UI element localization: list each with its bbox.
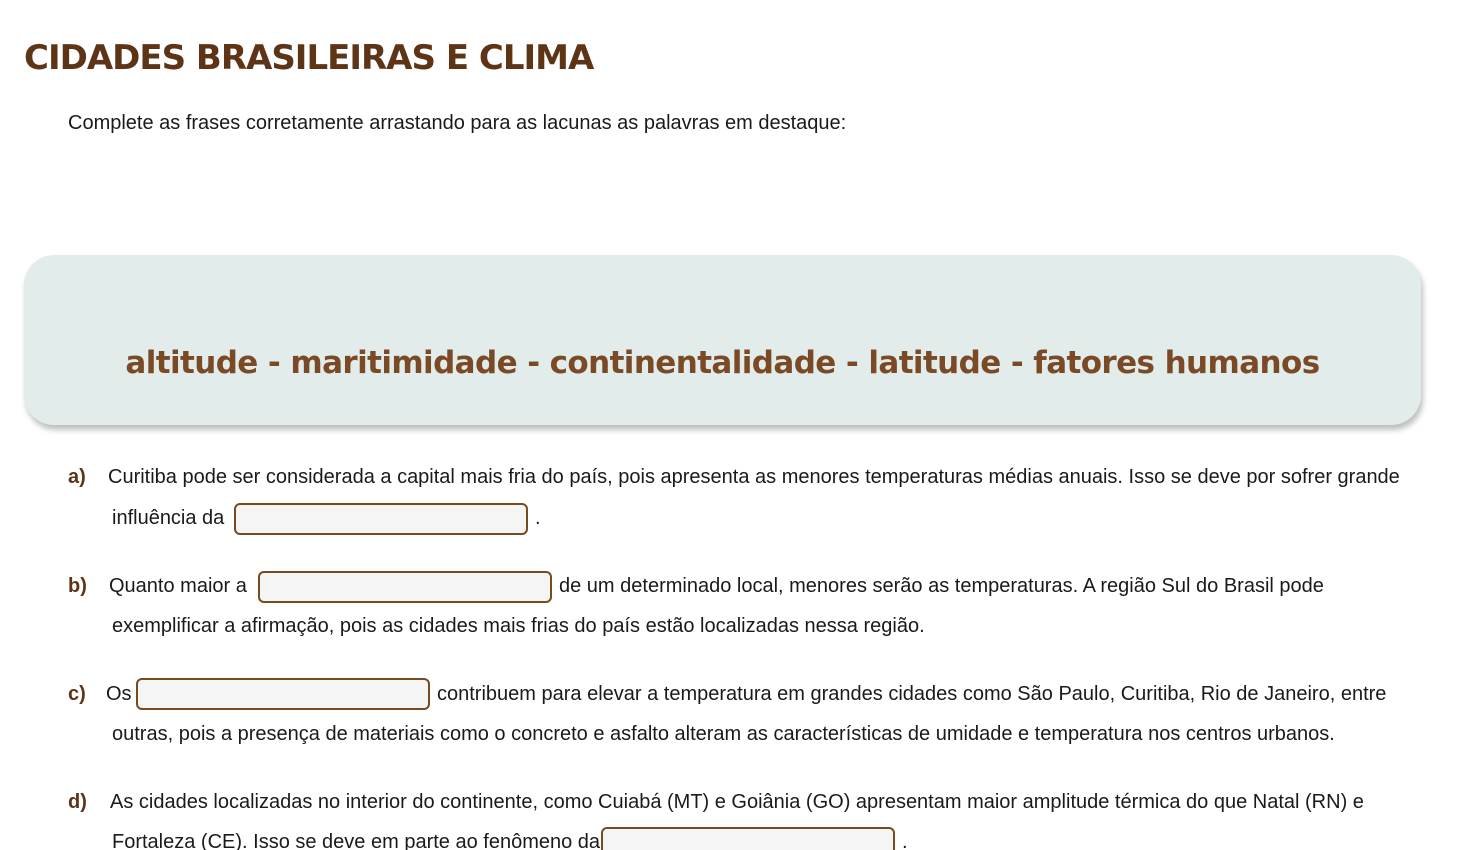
answer-drop-zone-a[interactable] [234,503,528,535]
word-bank-words[interactable]: altitude - maritimidade - continentalida… [24,345,1421,381]
question-letter: c) [68,683,86,705]
question-letter: a) [68,466,86,488]
question-text-line: contribuem para elevar a temperatura em … [437,683,1387,705]
exercise-page: CIDADES BRASILEIRAS E CLIMA Complete as … [0,0,1460,850]
question-text-line: Curitiba pode ser considerada a capital … [108,466,1400,488]
question-letter: d) [68,791,87,813]
question-letter: b) [68,575,87,597]
page-title: CIDADES BRASILEIRAS E CLIMA [24,38,594,78]
question-text-line: outras, pois a presença de materiais com… [112,723,1335,745]
instructions-text: Complete as frases corretamente arrastan… [68,112,847,134]
question-text-line: As cidades localizadas no interior do co… [110,791,1364,813]
question-text-line: Os [106,683,132,705]
answer-drop-zone-b[interactable] [258,571,552,603]
question-text-line: . [902,831,908,850]
question-text-line: de um determinado local, menores serão a… [559,575,1324,597]
answer-drop-zone-c[interactable] [136,678,430,710]
question-text-line: influência da [112,507,225,529]
question-text-line: . [535,507,541,529]
word-bank-panel: altitude - maritimidade - continentalida… [24,255,1421,425]
question-text-line: exemplificar a afirmação, pois as cidade… [112,615,925,637]
question-text-line: Fortaleza (CE). Isso se deve em parte ao… [112,831,601,850]
question-text-line: Quanto maior a [109,575,247,597]
answer-drop-zone-d[interactable] [601,827,895,850]
